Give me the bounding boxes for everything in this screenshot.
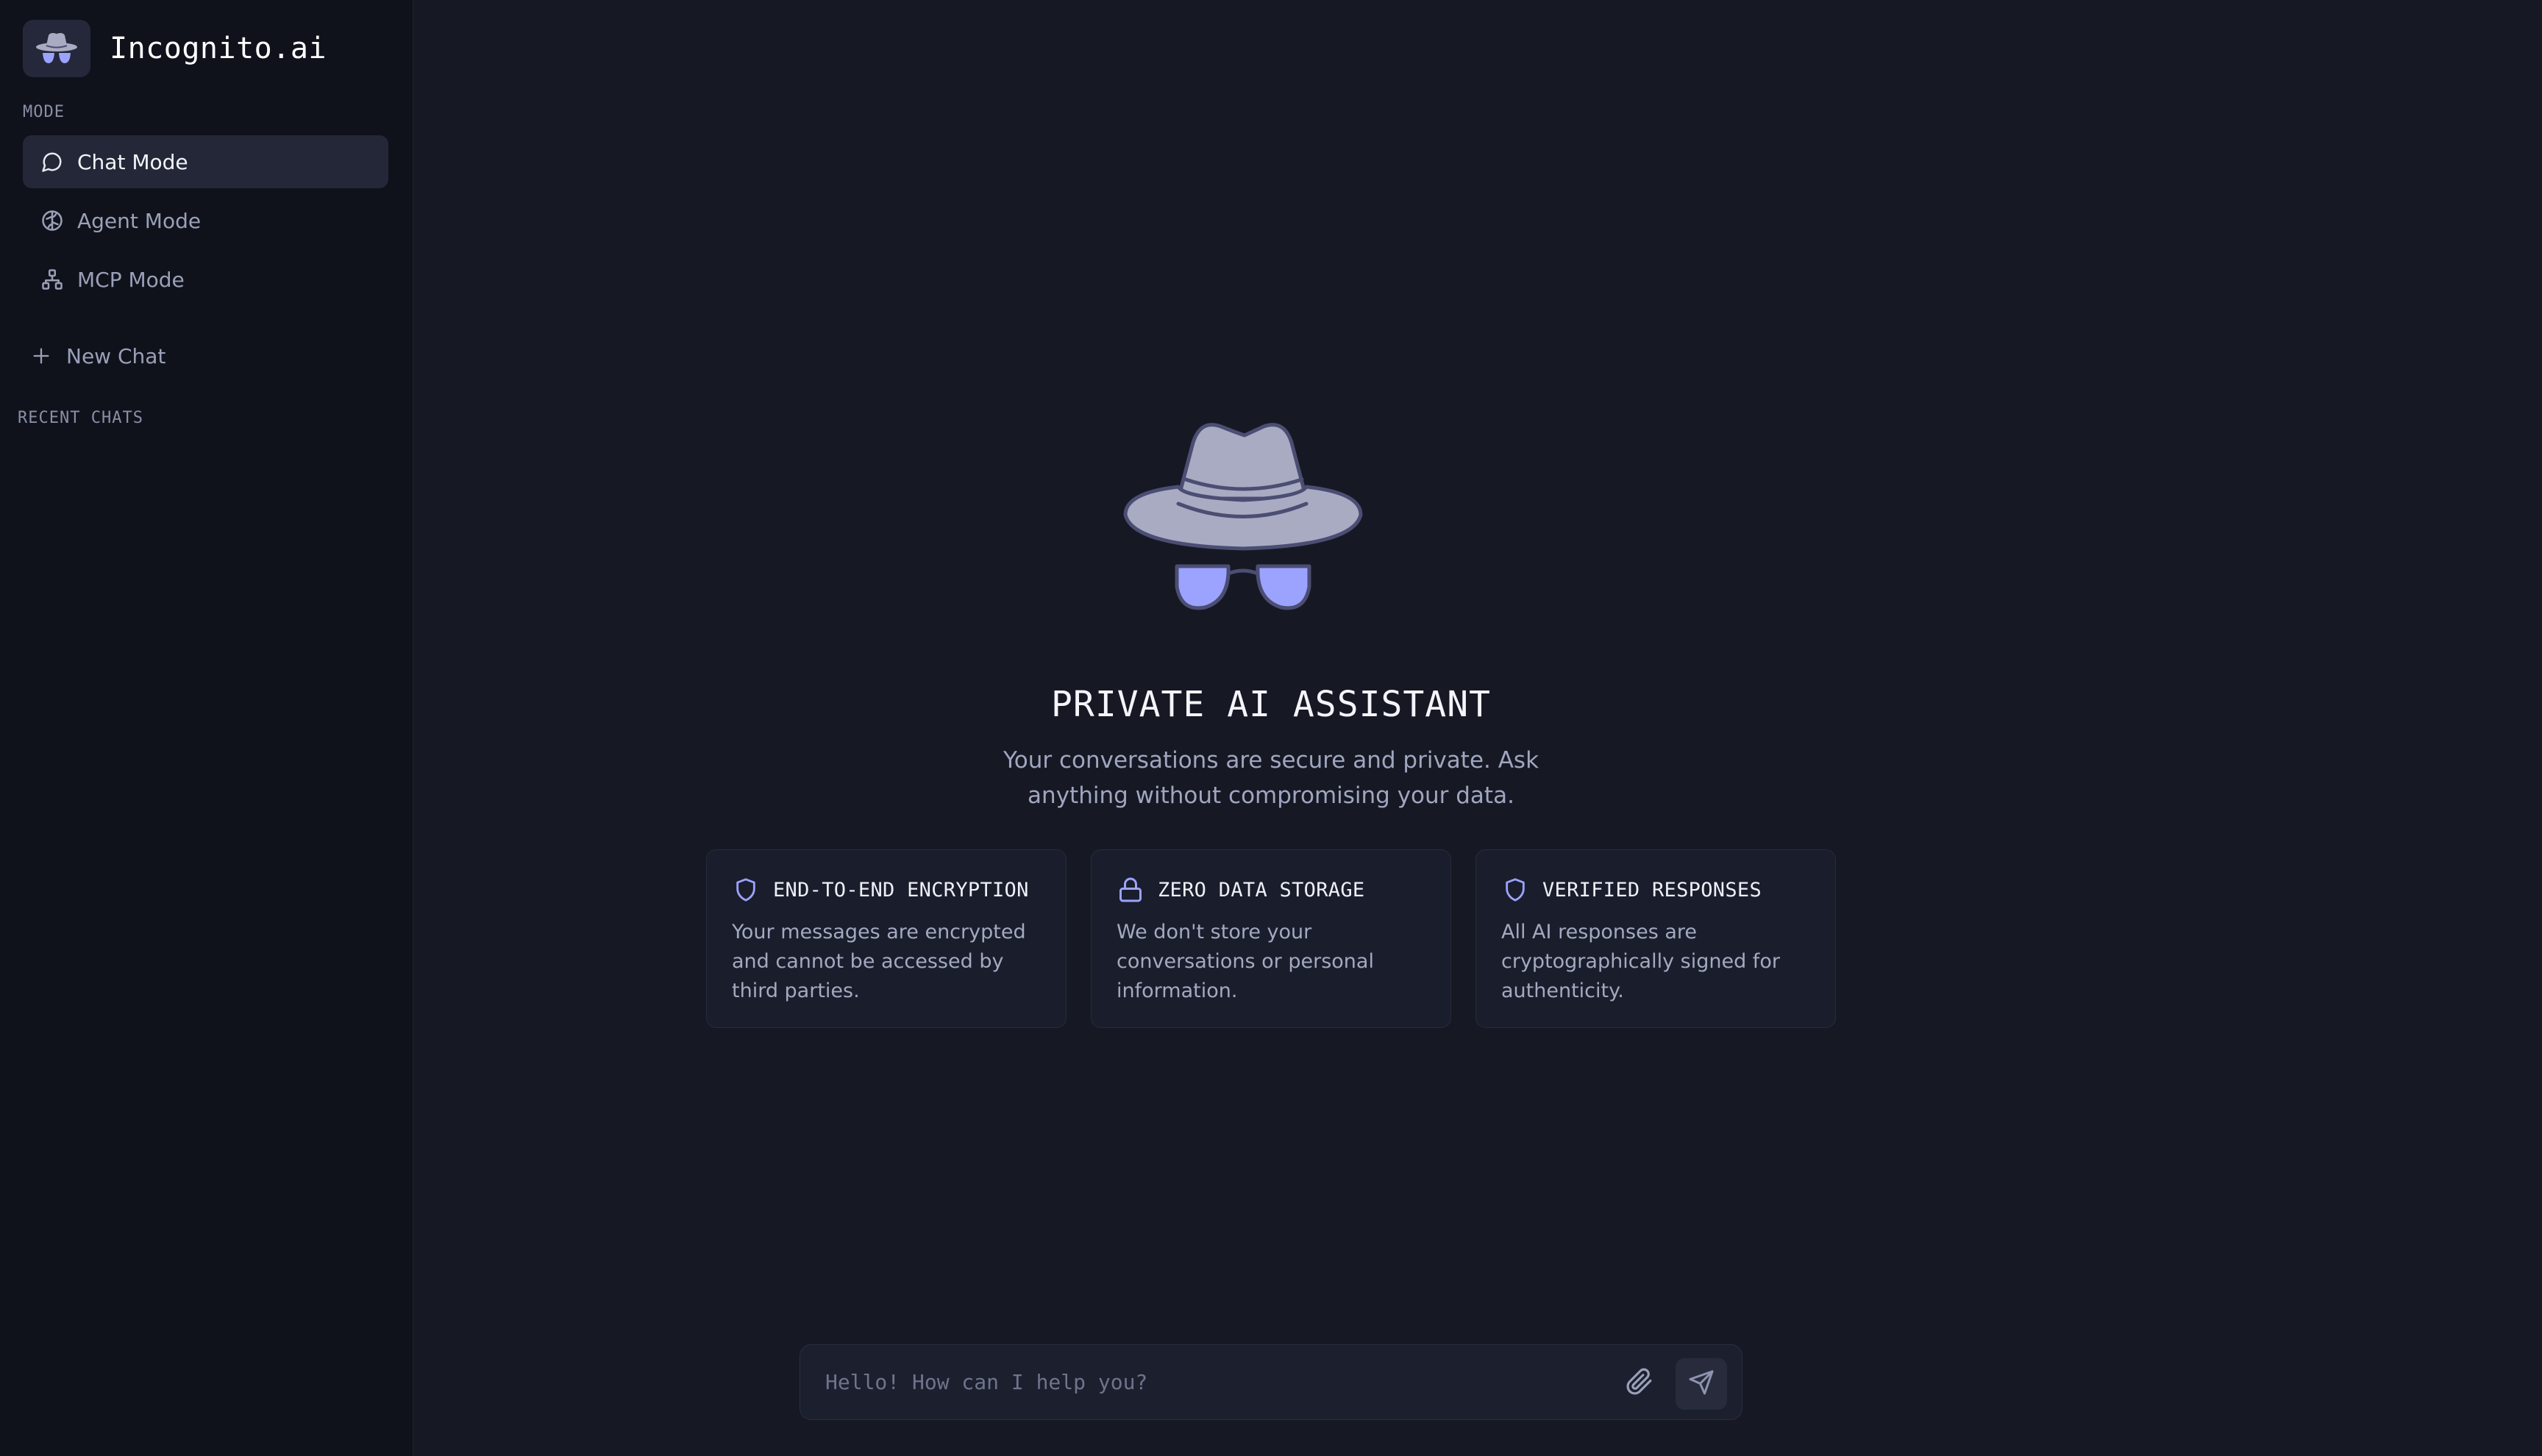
- brain-icon: [40, 209, 64, 232]
- incognito-hat-glasses-icon: [1118, 404, 1420, 632]
- feature-card-encryption: END-TO-END ENCRYPTION Your messages are …: [706, 849, 1067, 1028]
- sidebar-item-label: Chat Mode: [77, 149, 188, 174]
- brand[interactable]: Incognito.ai: [23, 19, 327, 78]
- shield-icon: [732, 875, 760, 904]
- feature-description: We don't store your conversations or per…: [1117, 921, 1374, 1002]
- sidebar-item-agent-mode[interactable]: Agent Mode: [23, 194, 388, 247]
- feature-title: ZERO DATA STORAGE: [1158, 878, 1365, 902]
- message-input[interactable]: [824, 1363, 1603, 1401]
- send-icon: [1688, 1369, 1715, 1399]
- sidebar-item-label: Agent Mode: [77, 208, 202, 233]
- new-chat-button[interactable]: New Chat: [29, 329, 165, 382]
- sidebar-item-mcp-mode[interactable]: MCP Mode: [23, 253, 388, 306]
- recent-chats-label: RECENT CHATS: [18, 409, 143, 427]
- sidebar-item-chat-mode[interactable]: Chat Mode: [23, 135, 388, 188]
- page-title: PRIVATE AI ASSISTANT: [1051, 684, 1491, 725]
- app-root: Incognito.ai MODE Chat Mode Agent Mode M…: [0, 0, 2542, 1456]
- shield-icon: [1501, 875, 1529, 904]
- feature-description: All AI responses are cryptographically s…: [1501, 921, 1780, 1002]
- feature-title: END-TO-END ENCRYPTION: [773, 878, 1029, 902]
- feature-card-zero-storage: ZERO DATA STORAGE We don't store your co…: [1091, 849, 1451, 1028]
- plus-icon: [29, 344, 53, 368]
- mode-section-label: MODE: [23, 103, 65, 121]
- page-subtitle: Your conversations are secure and privat…: [1003, 747, 1539, 809]
- sidebar: Incognito.ai MODE Chat Mode Agent Mode M…: [0, 0, 413, 1456]
- chat-bubble-icon: [40, 150, 64, 174]
- feature-card-verified: VERIFIED RESPONSES All AI responses are …: [1475, 849, 1836, 1028]
- sidebar-item-label: MCP Mode: [77, 267, 185, 292]
- send-button[interactable]: [1676, 1358, 1727, 1410]
- feature-title: VERIFIED RESPONSES: [1542, 878, 1762, 902]
- incognito-hat-glasses-icon: [23, 20, 90, 77]
- lock-icon: [1117, 875, 1144, 904]
- feature-description: Your messages are encrypted and cannot b…: [732, 921, 1026, 1002]
- message-composer: [800, 1344, 1742, 1420]
- app-title: Incognito.ai: [110, 32, 327, 65]
- network-icon: [40, 268, 64, 291]
- new-chat-label: New Chat: [66, 343, 166, 368]
- paperclip-icon: [1626, 1368, 1653, 1399]
- attach-button[interactable]: [1622, 1366, 1657, 1401]
